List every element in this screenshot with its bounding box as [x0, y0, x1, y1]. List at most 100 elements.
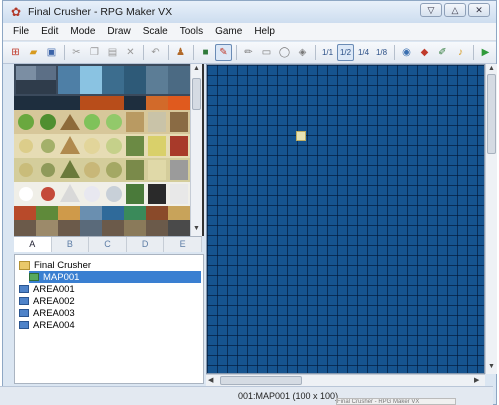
copy-button[interactable]: ❐: [86, 44, 103, 61]
menu-game[interactable]: Game: [209, 26, 248, 37]
tree-item-label: AREA002: [33, 295, 75, 307]
scroll-up-icon[interactable]: ▲: [488, 65, 495, 72]
open-project-button[interactable]: ▰: [25, 44, 42, 61]
toolbar-separator: [193, 45, 194, 60]
event-mode-icon: ✎: [219, 47, 228, 58]
undo-button[interactable]: ↶: [147, 44, 164, 61]
close-icon: ✕: [475, 4, 483, 15]
map-hscroll-thumb[interactable]: [220, 376, 302, 385]
menu-tools[interactable]: Tools: [174, 26, 209, 37]
rpg-maker-icon: ✿: [10, 5, 22, 19]
tree-item-area001[interactable]: AREA001: [19, 283, 75, 295]
tab-a[interactable]: A: [14, 237, 52, 252]
new-project-icon: ⊞: [11, 47, 20, 58]
window-controls: ▽ △ ✕: [420, 3, 490, 17]
map-vscroll-thumb[interactable]: [487, 74, 496, 154]
tileset-palette[interactable]: [14, 64, 204, 236]
status-map-info: 001:MAP001 (100 x 100): [238, 391, 339, 401]
player-start-tile[interactable]: [296, 131, 306, 141]
menu-bar: File Edit Mode Draw Scale Tools Game Hel…: [3, 23, 496, 41]
tileset-scroll-thumb[interactable]: [192, 78, 201, 110]
map-vertical-scrollbar[interactable]: ▲ ▼: [485, 64, 497, 374]
script-editor-icon: ✐: [438, 47, 447, 58]
tab-d[interactable]: D: [127, 237, 165, 252]
delete-button[interactable]: ✕: [122, 44, 139, 61]
scroll-down-icon[interactable]: ▼: [193, 225, 200, 232]
tree-item-area002[interactable]: AREA002: [19, 295, 75, 307]
fill-icon: ◈: [298, 47, 307, 58]
fill-button[interactable]: ◈: [294, 44, 311, 61]
character-icon: ♟: [176, 47, 185, 58]
character-button[interactable]: ♟: [172, 44, 189, 61]
map-canvas[interactable]: [206, 64, 485, 374]
maximize-icon: △: [451, 4, 459, 15]
scroll-up-icon[interactable]: ▲: [193, 65, 200, 72]
event-mode-button[interactable]: ✎: [215, 44, 232, 61]
menu-scale[interactable]: Scale: [137, 26, 174, 37]
map-icon: [29, 273, 39, 281]
toolbar-separator: [473, 45, 474, 60]
tab-b[interactable]: B: [52, 237, 90, 252]
tree-item-area003[interactable]: AREA003: [19, 307, 75, 319]
sound-test-button[interactable]: ♪: [452, 44, 469, 61]
map-mode-button[interactable]: ■: [197, 44, 214, 61]
save-project-button[interactable]: ▣: [43, 44, 60, 61]
rectangle-icon: ▭: [261, 47, 272, 58]
undo-icon: ↶: [151, 47, 160, 58]
play-test-icon: ▶: [481, 47, 490, 58]
scale-1-1-button[interactable]: 1/1: [319, 44, 336, 61]
material-manager-icon: ◆: [420, 47, 429, 58]
tree-item-label: AREA004: [33, 319, 75, 331]
tree-item-area004[interactable]: AREA004: [19, 319, 75, 331]
ellipse-icon: ◯: [278, 47, 291, 58]
tree-item-map001[interactable]: MAP001: [29, 271, 201, 283]
close-button[interactable]: ✕: [468, 3, 490, 17]
taskbar-preview: Final Crusher - RPG Maker VX: [336, 398, 456, 405]
pencil-button[interactable]: ✏: [240, 44, 257, 61]
maximize-button[interactable]: △: [444, 3, 466, 17]
scale-1-4-button[interactable]: 1/4: [355, 44, 372, 61]
scale-1-8-icon: 1/8: [375, 48, 388, 57]
map-icon: [19, 285, 29, 293]
cut-button[interactable]: ✂: [68, 44, 85, 61]
minimize-button[interactable]: ▽: [420, 3, 442, 17]
rectangle-button[interactable]: ▭: [258, 44, 275, 61]
material-manager-button[interactable]: ◆: [416, 44, 433, 61]
scale-1-2-button[interactable]: 1/2: [337, 44, 354, 61]
scroll-right-icon[interactable]: ▶: [474, 376, 479, 384]
cut-icon: ✂: [72, 47, 81, 58]
new-project-button[interactable]: ⊞: [7, 44, 24, 61]
scroll-down-icon[interactable]: ▼: [488, 363, 495, 370]
menu-edit[interactable]: Edit: [35, 26, 64, 37]
map-tree: Final Crusher MAP001 AREA001 AREA002 ARE…: [14, 254, 204, 384]
toolbar-separator: [64, 45, 65, 60]
menu-help[interactable]: Help: [248, 26, 281, 37]
tree-item-label: AREA003: [33, 307, 75, 319]
ellipse-button[interactable]: ◯: [276, 44, 293, 61]
tree-item-label: MAP001: [43, 271, 80, 283]
database-button[interactable]: ◉: [398, 44, 415, 61]
map-icon: [19, 321, 29, 329]
tileset-graphics: [14, 64, 190, 236]
play-test-button[interactable]: ▶: [477, 44, 494, 61]
paste-button[interactable]: ▤: [104, 44, 121, 61]
map-icon: [19, 309, 29, 317]
window-title: Final Crusher - RPG Maker VX: [28, 6, 173, 18]
scroll-left-icon[interactable]: ◀: [208, 376, 213, 384]
tree-item-label: AREA001: [33, 283, 75, 295]
menu-draw[interactable]: Draw: [101, 26, 136, 37]
tileset-scrollbar[interactable]: ▲ ▼: [190, 64, 202, 236]
tab-c[interactable]: C: [89, 237, 127, 252]
toolbar-separator: [143, 45, 144, 60]
menu-mode[interactable]: Mode: [64, 26, 101, 37]
project-name: Final Crusher: [34, 259, 92, 271]
tab-e[interactable]: E: [164, 237, 202, 252]
menu-file[interactable]: File: [7, 26, 35, 37]
script-editor-button[interactable]: ✐: [434, 44, 451, 61]
map-horizontal-scrollbar[interactable]: ◀ ▶: [206, 374, 485, 386]
scale-1-8-button[interactable]: 1/8: [373, 44, 390, 61]
folder-icon: [19, 260, 30, 270]
scale-1-1-icon: 1/1: [321, 48, 334, 57]
toolbar-separator: [315, 45, 316, 60]
tree-project-node[interactable]: Final Crusher: [19, 259, 91, 271]
